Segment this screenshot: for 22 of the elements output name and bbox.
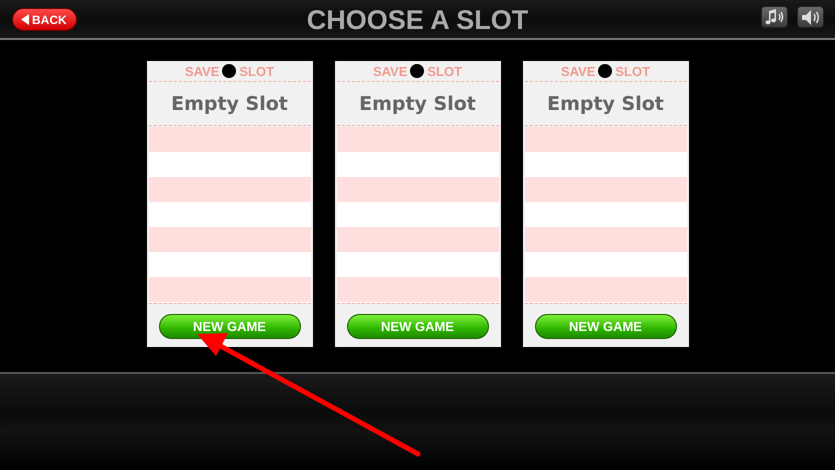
new-game-button[interactable]: NEW GAME	[158, 314, 300, 338]
sound-button[interactable]	[797, 6, 824, 28]
slot-label: SLOT	[615, 64, 650, 78]
speaker-icon	[800, 8, 820, 26]
screen-title: CHOOSE A SLOT	[306, 5, 528, 36]
save-label: SAVE	[372, 64, 408, 78]
slot-title: Empty Slot	[359, 92, 476, 114]
slot-label: SLOT	[239, 64, 274, 78]
slot-label: SLOT	[427, 64, 462, 78]
dot-icon	[598, 64, 612, 78]
new-game-button[interactable]: NEW GAME	[534, 314, 676, 338]
back-button[interactable]: BACK	[12, 8, 77, 31]
save-label: SAVE	[184, 64, 220, 78]
new-game-button[interactable]: NEW GAME	[346, 314, 488, 338]
slot-title: Empty Slot	[171, 92, 288, 114]
dot-icon	[410, 64, 424, 78]
slot-title: Empty Slot	[547, 92, 664, 114]
save-label: SAVE	[560, 64, 596, 78]
left-triangle-icon	[21, 14, 29, 25]
music-note-icon	[764, 8, 784, 26]
dot-icon	[222, 64, 236, 78]
music-button[interactable]	[761, 6, 788, 28]
